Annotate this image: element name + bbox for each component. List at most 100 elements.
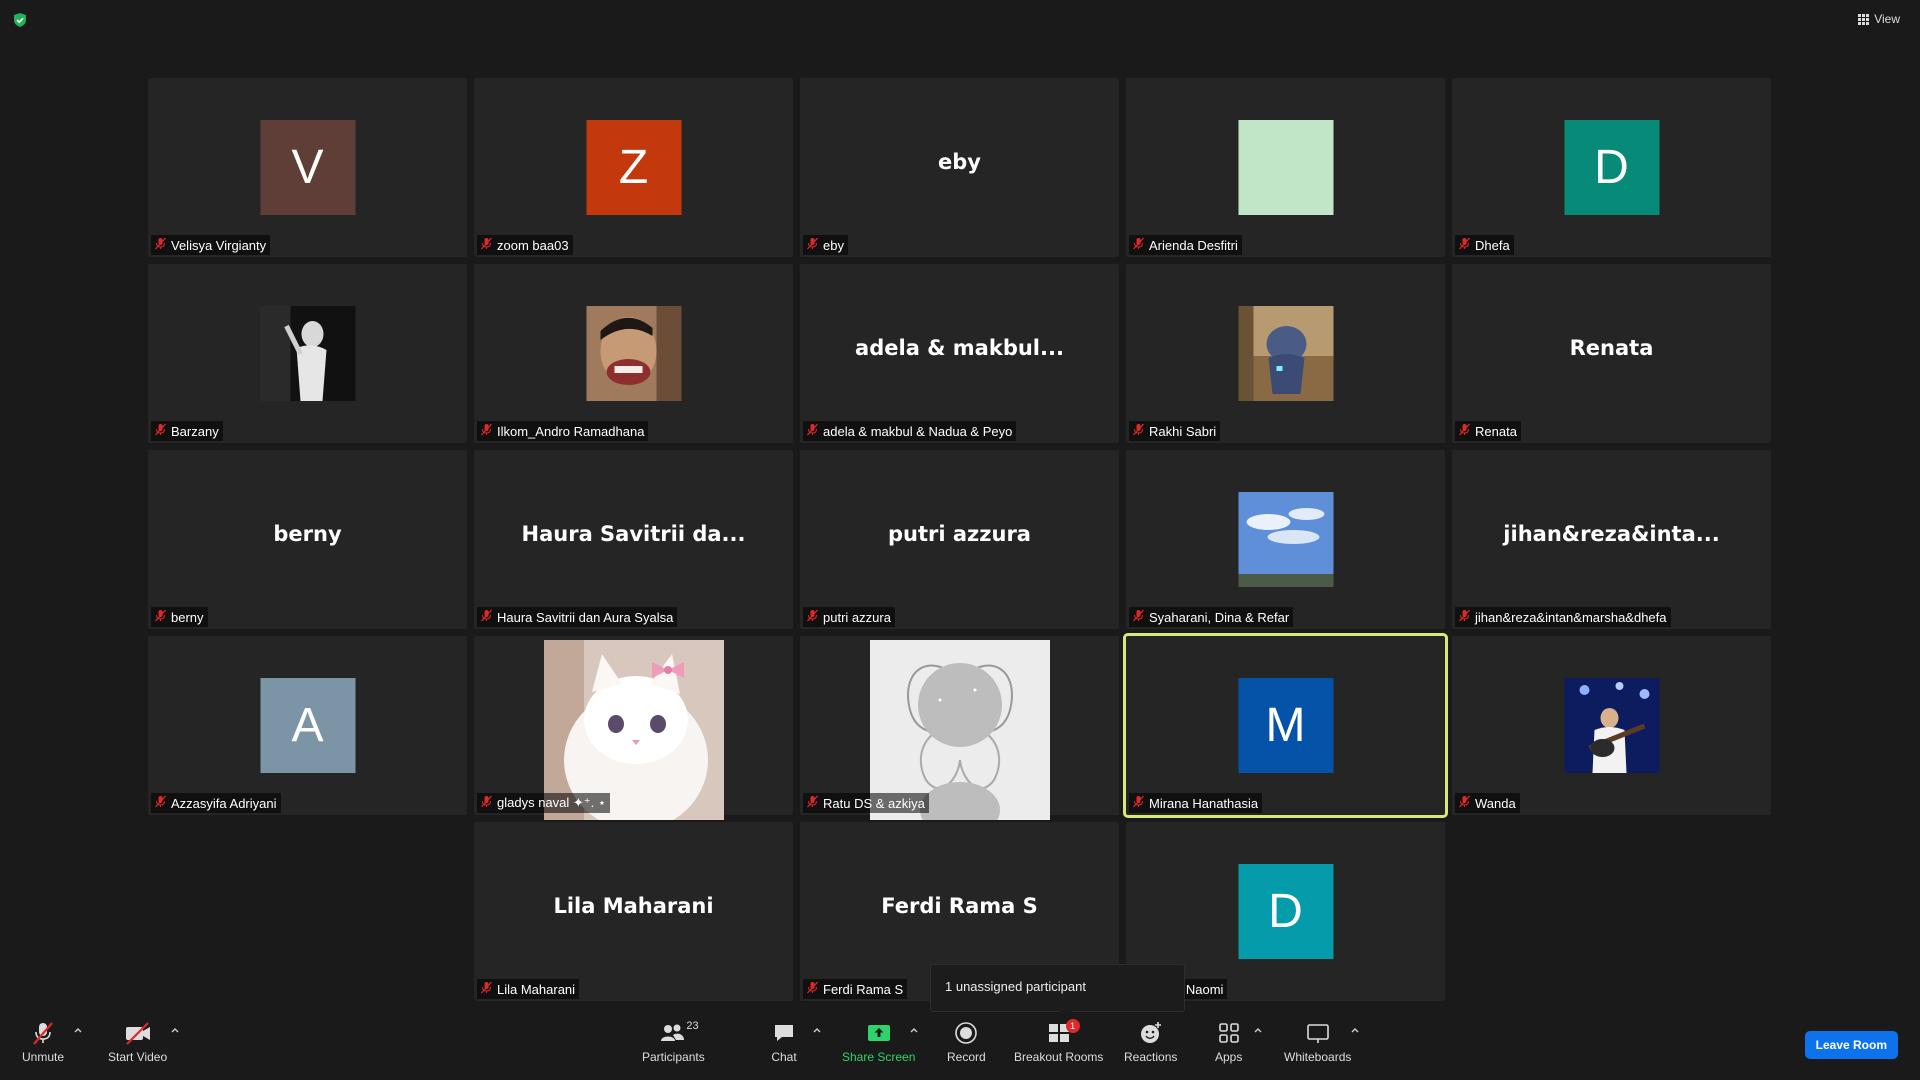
participant-name-label: Lila Maharani — [477, 979, 580, 999]
participant-tile[interactable]: Zzoom baa03 — [474, 78, 793, 257]
participant-tile[interactable]: M Mirana Hanathasia — [1123, 633, 1448, 818]
profile-photo — [260, 306, 355, 401]
participant-name-label: Ferdi Rama S — [803, 979, 908, 999]
participant-display-name: berny — [273, 522, 342, 546]
participant-name-label: Azzasyifa Adriyani — [151, 793, 281, 813]
participant-name: Mirana Hanathasia — [1149, 795, 1259, 811]
participant-display-name: Haura Savitrii da... — [521, 522, 746, 546]
start-video-button[interactable]: Start Video — [108, 1018, 167, 1064]
apps-options-caret-icon[interactable] — [1252, 1024, 1264, 1036]
participant-tile[interactable]: Renata Renata — [1452, 264, 1771, 443]
muted-mic-icon — [806, 237, 819, 253]
share-options-caret-icon[interactable] — [908, 1024, 920, 1036]
muted-mic-icon — [1132, 423, 1145, 439]
whiteboards-options-caret-icon[interactable] — [1349, 1024, 1361, 1036]
participant-display-name: Lila Maharani — [553, 894, 714, 918]
participant-tile[interactable]: Ilkom_Andro Ramadhana — [474, 264, 793, 443]
participant-tile[interactable]: Rakhi Sabri — [1126, 264, 1445, 443]
participant-name: jihan&reza&intan&marsha&dhefa — [1475, 609, 1667, 625]
participant-tile[interactable]: Wanda — [1452, 636, 1771, 815]
participant-name: Barzany — [171, 423, 219, 439]
participant-name: Renata — [1475, 423, 1517, 439]
profile-photo — [1564, 678, 1659, 773]
participant-tile[interactable]: putri azzura putri azzura — [800, 450, 1119, 629]
leave-room-button[interactable]: Leave Room — [1804, 1031, 1898, 1059]
whiteboards-button[interactable]: Whiteboards — [1284, 1018, 1351, 1064]
participant-name-label: Renata — [1455, 421, 1521, 441]
breakout-badge: 1 — [1065, 1019, 1080, 1033]
participant-tile[interactable]: berny berny — [148, 450, 467, 629]
participant-display-name: jihan&reza&inta... — [1503, 522, 1720, 546]
share-screen-button[interactable]: Share Screen — [842, 1018, 915, 1064]
participant-name-label: Haura Savitrii dan Aura Syalsa — [477, 607, 678, 627]
start-video-label: Start Video — [108, 1050, 168, 1064]
muted-mic-icon — [1132, 609, 1145, 625]
video-options-caret-icon[interactable] — [169, 1024, 181, 1036]
profile-photo — [586, 306, 681, 401]
chat-options-caret-icon[interactable] — [811, 1024, 823, 1036]
unmute-button[interactable]: Unmute — [22, 1018, 64, 1064]
participant-name: Dhefa — [1475, 237, 1510, 253]
muted-mic-icon — [806, 423, 819, 439]
participant-display-name: eby — [938, 150, 981, 174]
participant-tile[interactable]: eby eby — [800, 78, 1119, 257]
muted-mic-icon — [154, 423, 167, 439]
encryption-shield-icon[interactable] — [12, 12, 28, 28]
view-button[interactable]: View — [1858, 12, 1900, 26]
participant-tile[interactable]: Ratu DS & azkiya — [800, 636, 1119, 820]
reactions-button[interactable]: Reactions — [1124, 1018, 1177, 1064]
participant-tile[interactable]: Haura Savitrii da... Haura Savitrii dan A… — [474, 450, 793, 629]
participant-name-label: Wanda — [1455, 793, 1520, 813]
participant-name-label: zoom baa03 — [477, 235, 573, 255]
avatar: A — [260, 678, 355, 773]
record-button[interactable]: Record — [947, 1018, 986, 1064]
whiteboard-icon — [1306, 1024, 1329, 1043]
muted-mic-icon — [806, 981, 819, 997]
participant-tile[interactable]: Barzany — [148, 264, 467, 443]
share-screen-icon — [867, 1025, 890, 1041]
muted-mic-icon — [480, 795, 493, 811]
participant-name: Wanda — [1475, 795, 1516, 811]
muted-mic-icon — [154, 795, 167, 811]
participant-tile[interactable]: jihan&reza&inta... jihan&reza&intan&marsh… — [1452, 450, 1771, 629]
participant-tile[interactable]: V Velisya Virgianty — [148, 78, 467, 257]
participant-name: gladys naval ✦⁺. ⋆ — [497, 795, 606, 810]
participant-tile[interactable]: gladys naval ✦⁺. ⋆ — [474, 636, 793, 820]
unmute-label: Unmute — [22, 1050, 65, 1064]
participant-name: Syaharani, Dina & Refar — [1149, 609, 1290, 625]
participant-name-label: Mirana Hanathasia — [1129, 793, 1263, 813]
participants-button[interactable]: 23 Participants — [642, 1018, 705, 1064]
meeting-toolbar: Unmute Start Video 23 Participants Chat … — [0, 1012, 1920, 1080]
participant-tile[interactable]: adela & makbul... adela & makbul & Nadua … — [800, 264, 1119, 443]
participant-display-name: Ferdi Rama S — [881, 894, 1038, 918]
participants-count: 23 — [686, 1020, 699, 1032]
participant-name: Ilkom_Andro Ramadhana — [497, 423, 645, 439]
video-off-icon — [125, 1022, 150, 1045]
avatar: D — [1564, 120, 1659, 215]
muted-mic-icon — [1132, 237, 1145, 253]
chat-label: Chat — [771, 1050, 797, 1064]
participant-name-label: eby — [803, 235, 848, 255]
participant-name: zoom baa03 — [497, 237, 569, 253]
audio-options-caret-icon[interactable] — [72, 1024, 84, 1036]
participant-name-label: berny — [151, 607, 208, 627]
chat-button[interactable]: Chat — [771, 1018, 797, 1064]
participant-tile[interactable]: D Dhefa — [1452, 78, 1771, 257]
muted-mic-icon — [480, 609, 493, 625]
participant-name: Ferdi Rama S — [823, 981, 904, 997]
microphone-muted-icon — [33, 1022, 53, 1045]
participant-name-label: Rakhi Sabri — [1129, 421, 1221, 441]
avatar: M — [1238, 678, 1333, 773]
avatar — [1238, 120, 1333, 215]
muted-mic-icon — [154, 237, 167, 253]
participant-tile[interactable]: A Azzasyifa Adriyani — [148, 636, 467, 815]
participant-tile[interactable]: Lila Maharani Lila Maharani — [474, 822, 793, 1001]
avatar: Z — [586, 120, 681, 215]
profile-photo — [1238, 492, 1333, 587]
participant-tile[interactable]: Arienda Desfitri — [1126, 78, 1445, 257]
breakout-rooms-button[interactable]: 1 Breakout Rooms — [1014, 1018, 1103, 1064]
participant-tile[interactable]: Syaharani, Dina & Refar — [1126, 450, 1445, 629]
profile-photo — [1238, 306, 1333, 401]
apps-button[interactable]: Apps — [1215, 1018, 1242, 1064]
muted-mic-icon — [1458, 609, 1471, 625]
